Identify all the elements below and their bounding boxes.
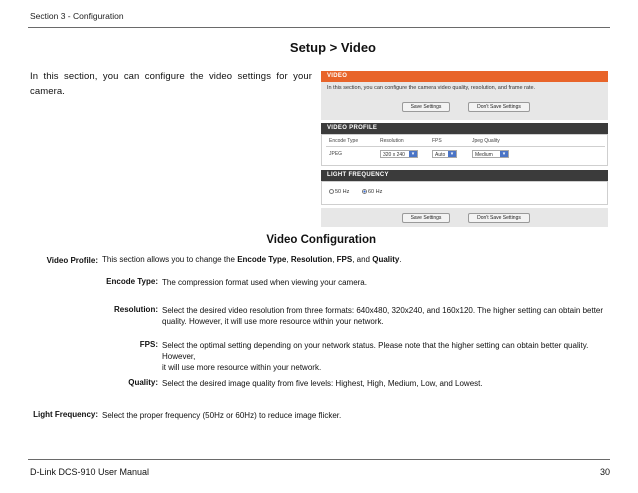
fps-label: FPS: (139, 340, 158, 349)
top-divider (28, 27, 610, 28)
video-section-body: In this section, you can configure the c… (321, 82, 608, 120)
bottom-button-bar: Save Settings Don't Save Settings (321, 208, 608, 227)
quality-text: Select the desired image quality from fi… (162, 379, 483, 388)
fps-text-line2: it will use more resource within your ne… (162, 363, 322, 372)
chevron-down-icon: ▾ (448, 151, 456, 157)
dont-save-settings-button[interactable]: Don't Save Settings (468, 102, 530, 112)
video-profile-text: This section allows you to change the En… (102, 255, 402, 264)
encode-type-text: The compression format used when viewing… (162, 278, 367, 287)
fps-text: Select the optimal setting depending on … (162, 340, 612, 373)
radio-icon (329, 189, 334, 195)
quality-select[interactable]: Medium ▾ (472, 150, 509, 158)
chevron-down-icon: ▾ (500, 151, 508, 157)
col-fps: FPS (432, 138, 442, 144)
radio-60hz-label: 60 Hz (368, 189, 383, 195)
dont-save-settings-button-bottom[interactable]: Don't Save Settings (468, 213, 530, 223)
video-profile-header: VIDEO PROFILE (321, 123, 608, 134)
light-frequency-body: 50 Hz 60 Hz (321, 181, 608, 205)
save-settings-button[interactable]: Save Settings (402, 102, 450, 112)
video-description: In this section, you can configure the c… (327, 85, 536, 91)
page-title: Setup > Video (289, 40, 376, 55)
section-label: Section 3 - Configuration (30, 11, 124, 21)
light-frequency-label: Light Frequency: (33, 410, 98, 419)
radio-50hz-label: 50 Hz (335, 189, 350, 195)
fps-select[interactable]: Auto ▾ (432, 150, 457, 158)
resolution-select[interactable]: 320 x 240 ▾ (380, 150, 418, 158)
resolution-text-line1: Select the desired video resolution from… (162, 306, 604, 315)
radio-selected-icon (362, 189, 367, 195)
col-jpeg-quality: Jpeg Quality (472, 138, 500, 144)
save-settings-button-bottom[interactable]: Save Settings (402, 213, 450, 223)
light-frequency-text: Select the proper frequency (50Hz or 60H… (102, 411, 342, 420)
resolution-select-value: 320 x 240 (383, 152, 405, 158)
resolution-text-line2: quality. However, it will use more resou… (162, 317, 384, 326)
quality-select-value: Medium (475, 152, 493, 158)
video-configuration-title: Video Configuration (266, 234, 376, 246)
resolution-label: Resolution: (114, 305, 158, 314)
intro-paragraph: In this section, you can configure the v… (30, 71, 312, 97)
fps-select-value: Auto (435, 152, 446, 158)
page-number: 30 (599, 467, 610, 477)
quality-label: Quality: (128, 378, 158, 387)
video-profile-label: Video Profile: (46, 256, 98, 265)
light-frequency-header: LIGHT FREQUENCY (321, 170, 608, 181)
fps-text-line1: Select the optimal setting depending on … (162, 341, 589, 361)
chevron-down-icon: ▾ (409, 151, 417, 157)
encode-type-value: JPEG (329, 151, 343, 157)
col-encode-type: Encode Type (329, 138, 359, 144)
bottom-divider (28, 459, 610, 460)
video-profile-body: Encode Type Resolution FPS Jpeg Quality … (321, 134, 608, 166)
radio-60hz[interactable]: 60 Hz (362, 189, 382, 195)
video-section-header: VIDEO (321, 71, 608, 82)
radio-50hz[interactable]: 50 Hz (329, 189, 349, 195)
manual-title: D-Link DCS-910 User Manual (30, 467, 150, 477)
col-resolution: Resolution (380, 138, 404, 144)
resolution-text: Select the desired video resolution from… (162, 305, 612, 327)
encode-type-label: Encode Type: (106, 277, 158, 286)
video-settings-screenshot: VIDEO In this section, you can configure… (321, 71, 608, 227)
profile-divider (326, 146, 605, 147)
